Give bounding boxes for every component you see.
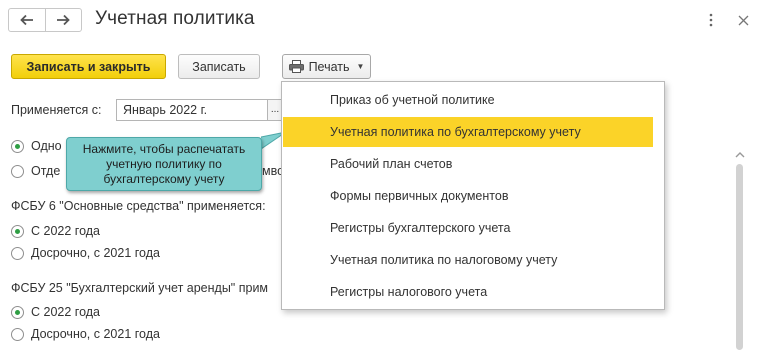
- applies-from-label: Применяется с:: [11, 103, 102, 117]
- menu-item-order-accounting-policy[interactable]: Приказ об учетной политике: [283, 85, 653, 115]
- page-title: Учетная политика: [95, 8, 255, 29]
- radio-fsbu25-2021-label: Досрочно, с 2021 года: [31, 327, 160, 341]
- scrollbar-thumb[interactable]: [736, 164, 743, 350]
- back-button[interactable]: [9, 9, 45, 31]
- arrow-right-icon: [57, 14, 71, 26]
- print-menu: Приказ об учетной политике Учетная полит…: [281, 81, 665, 310]
- applies-from-field[interactable]: Январь 2022 г.: [116, 99, 268, 121]
- more-vertical-icon[interactable]: [704, 10, 718, 30]
- forward-button[interactable]: [44, 9, 82, 31]
- radio-fsbu6-2022-label: С 2022 года: [31, 224, 100, 238]
- radio-fsbu25-2021[interactable]: [11, 328, 24, 341]
- print-button[interactable]: Печать ▼: [282, 54, 371, 79]
- menu-item-tax-accounting-policy[interactable]: Учетная политика по налоговому учету: [283, 245, 653, 275]
- save-button[interactable]: Записать: [178, 54, 260, 79]
- save-and-close-button[interactable]: Записать и закрыть: [11, 54, 166, 79]
- radio-fsbu6-2021[interactable]: [11, 247, 24, 260]
- menu-item-accounting-policy-bookkeeping[interactable]: Учетная политика по бухгалтерскому учету: [283, 117, 653, 147]
- fsbu25-label: ФСБУ 25 "Бухгалтерский учет аренды" прим: [11, 281, 269, 295]
- close-icon[interactable]: [734, 10, 752, 30]
- menu-item-accounting-registers[interactable]: Регистры бухгалтерского учета: [283, 213, 653, 243]
- radio-top-2[interactable]: [11, 165, 24, 178]
- hint-callout: Нажмите, чтобы распечатать учетную полит…: [66, 137, 262, 191]
- radio-top-2-label: Отде: [31, 164, 61, 178]
- navigation-buttons: [8, 8, 82, 32]
- arrow-left-icon: [19, 14, 33, 26]
- fsbu6-label: ФСБУ 6 "Основные средства" применяется:: [11, 199, 266, 213]
- radio-fsbu25-2022-label: С 2022 года: [31, 305, 100, 319]
- scroll-up-icon[interactable]: [735, 150, 745, 160]
- menu-item-chart-of-accounts[interactable]: Рабочий план счетов: [283, 149, 653, 179]
- menu-item-primary-document-forms[interactable]: Формы первичных документов: [283, 181, 653, 211]
- radio-top-1-label: Одно: [31, 139, 62, 153]
- radio-fsbu25-2022[interactable]: [11, 306, 24, 319]
- radio-fsbu6-2021-label: Досрочно, с 2021 года: [31, 246, 160, 260]
- chevron-down-icon: ▼: [356, 62, 365, 71]
- print-button-label: Печать: [308, 59, 350, 74]
- printer-icon: [288, 60, 304, 73]
- menu-item-tax-registers[interactable]: Регистры налогового учета: [283, 277, 653, 307]
- radio-top-1[interactable]: [11, 140, 24, 153]
- radio-fsbu6-2022[interactable]: [11, 225, 24, 238]
